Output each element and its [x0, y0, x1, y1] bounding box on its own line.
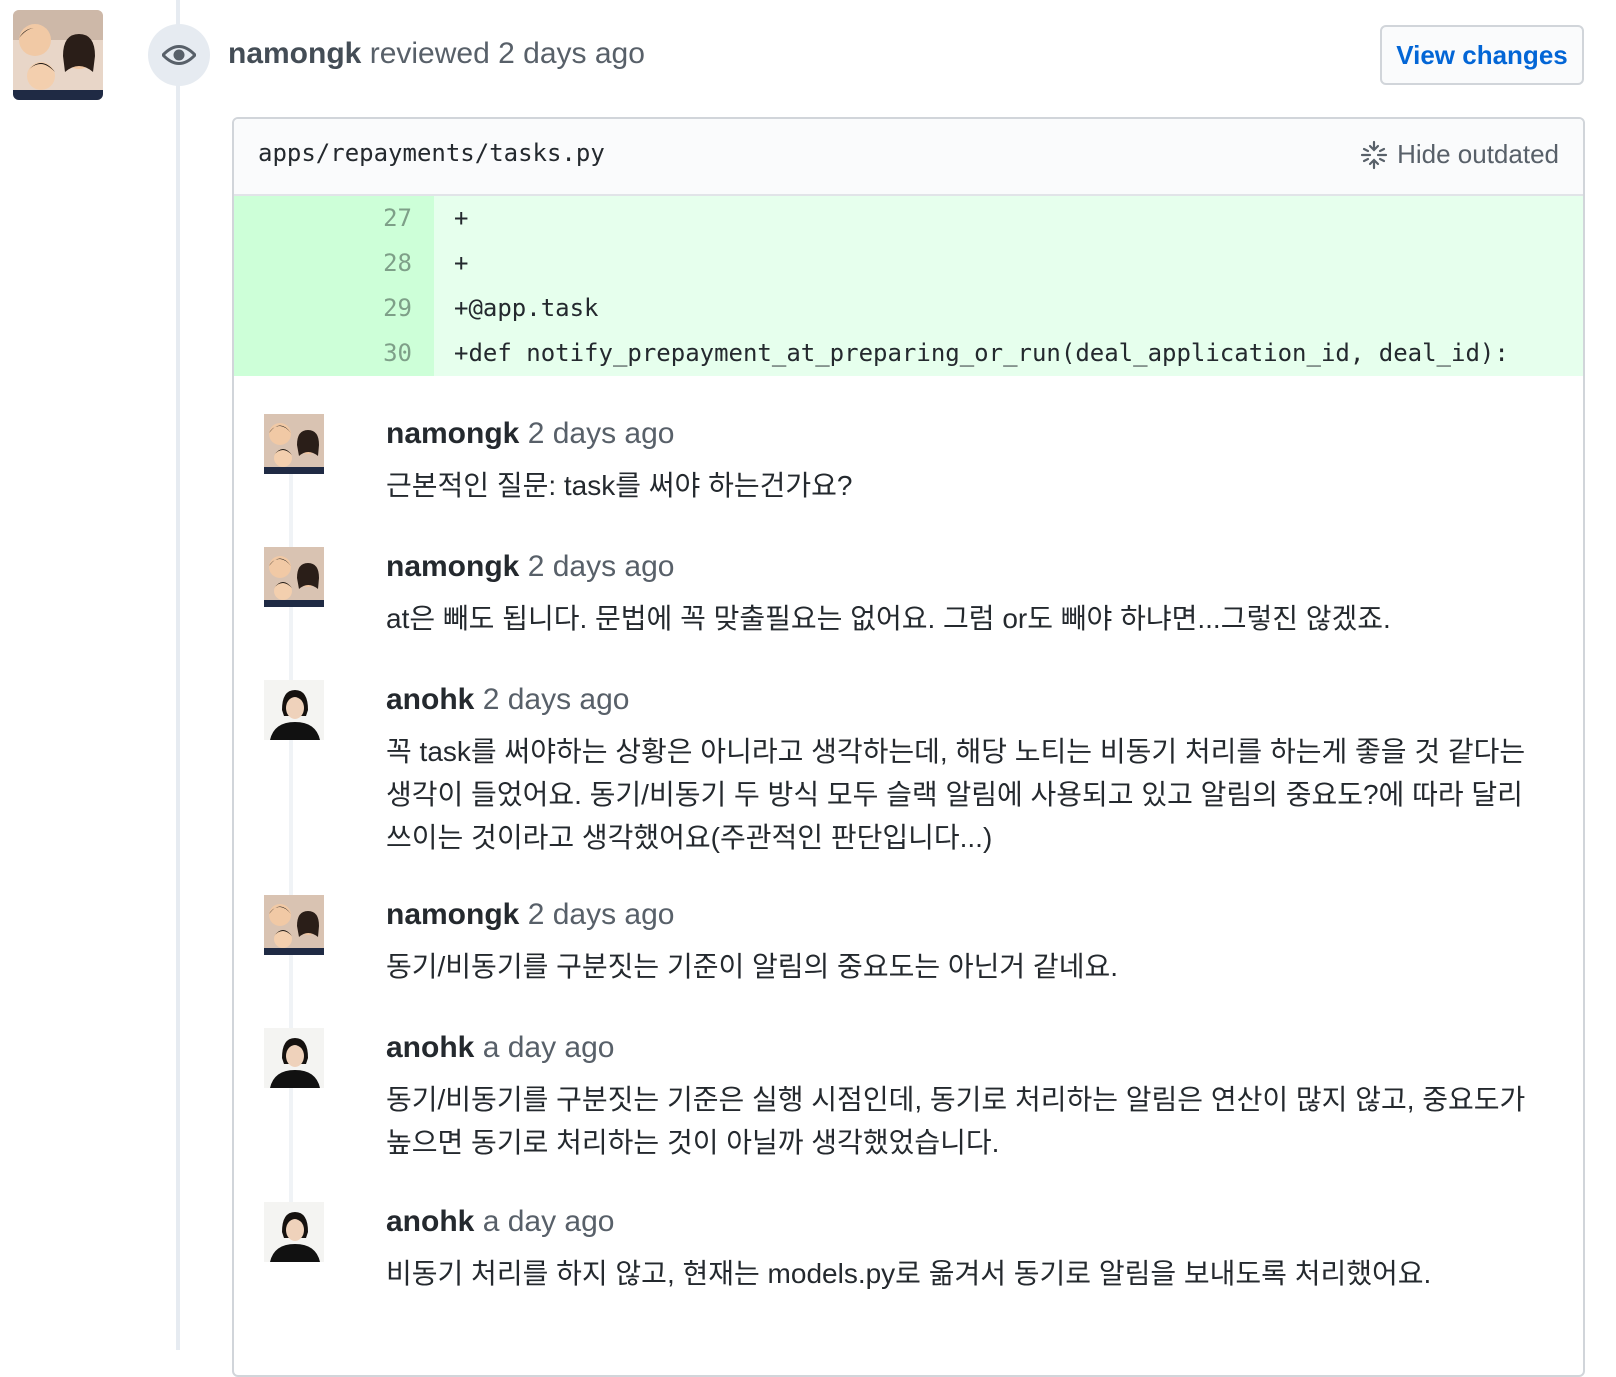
review-time[interactable]: 2 days ago — [498, 37, 645, 70]
avatar-namongk[interactable] — [264, 414, 324, 474]
avatar-anohk[interactable] — [264, 680, 324, 740]
comment-time[interactable]: a day ago — [483, 1205, 615, 1238]
comment-time[interactable]: a day ago — [483, 1031, 615, 1064]
comment-body: 꼭 task를 써야하는 상황은 아니라고 생각하는데, 해당 노티는 비동기 … — [386, 736, 1526, 853]
comment-time[interactable]: 2 days ago — [528, 898, 675, 931]
comment-header: namongk 2 days ago — [386, 414, 674, 454]
comment-time[interactable]: 2 days ago — [528, 550, 675, 583]
line-code: +@app.task — [454, 294, 599, 322]
comment-author[interactable]: anohk — [386, 683, 474, 716]
fold-icon — [1360, 140, 1388, 169]
review-action: reviewed — [369, 37, 490, 70]
line-code: +def notify_prepayment_at_preparing_or_r… — [454, 339, 1509, 367]
line-number[interactable]: 29 — [234, 286, 434, 331]
diff-line: 27 + — [234, 196, 1583, 241]
comment-body: at은 빼도 됩니다. 문법에 꼭 맞출필요는 없어요. 그럼 or도 빼야 하… — [386, 603, 1391, 634]
comment-header: namongk 2 days ago — [386, 895, 674, 935]
comment-author[interactable]: anohk — [386, 1031, 474, 1064]
review-file-box: apps/repayments/tasks.py Hide outdated 2… — [232, 117, 1585, 1377]
avatar-namongk[interactable] — [264, 895, 324, 955]
comment-author[interactable]: namongk — [386, 550, 519, 583]
comment-time[interactable]: 2 days ago — [528, 417, 675, 450]
avatar-anohk[interactable] — [264, 1028, 324, 1088]
diff-line: 29 +@app.task — [234, 286, 1583, 331]
comment-body: 동기/비동기를 구분짓는 기준이 알림의 중요도는 아닌거 같네요. — [386, 951, 1118, 982]
diff-line: 28 + — [234, 241, 1583, 286]
comment-author[interactable]: namongk — [386, 417, 519, 450]
comment-author[interactable]: namongk — [386, 898, 519, 931]
comment-body: 근본적인 질문: task를 써야 하는건가요? — [386, 470, 853, 501]
diff-hunk: 27 + 28 + 29 +@app.task 30 +def notify_p… — [234, 196, 1583, 376]
diff-line: 30 +def notify_prepayment_at_preparing_o… — [234, 331, 1583, 376]
avatar-anohk[interactable] — [264, 1202, 324, 1262]
line-code: + — [454, 204, 469, 232]
reviewer-avatar[interactable] — [13, 10, 103, 100]
comment-body: 동기/비동기를 구분짓는 기준은 실행 시점인데, 동기로 처리하는 알림은 연… — [386, 1084, 1526, 1158]
comment-header: anohk a day ago — [386, 1202, 614, 1242]
comment-header: namongk 2 days ago — [386, 547, 674, 587]
comment-header: anohk a day ago — [386, 1028, 614, 1068]
comment-author[interactable]: anohk — [386, 1205, 474, 1238]
hide-outdated-label: Hide outdated — [1397, 139, 1559, 169]
avatar-namongk[interactable] — [264, 547, 324, 607]
line-number[interactable]: 30 — [234, 331, 434, 376]
line-code: + — [454, 249, 469, 277]
line-number[interactable]: 28 — [234, 241, 434, 286]
view-changes-button[interactable]: View changes — [1380, 25, 1584, 85]
file-path[interactable]: apps/repayments/tasks.py — [258, 139, 605, 167]
file-header: apps/repayments/tasks.py Hide outdated — [234, 119, 1583, 196]
eye-icon — [148, 24, 210, 86]
comment-header: anohk 2 days ago — [386, 680, 629, 720]
line-number[interactable]: 27 — [234, 196, 434, 241]
timeline-line — [176, 0, 180, 1350]
review-author[interactable]: namongk — [228, 37, 361, 70]
comment-body: 비동기 처리를 하지 않고, 현재는 models.py로 옮겨서 동기로 알림… — [386, 1258, 1432, 1289]
comment-time[interactable]: 2 days ago — [483, 683, 630, 716]
review-header: namongk reviewed 2 days ago — [228, 34, 645, 74]
hide-outdated-button[interactable]: Hide outdated — [1359, 139, 1559, 170]
